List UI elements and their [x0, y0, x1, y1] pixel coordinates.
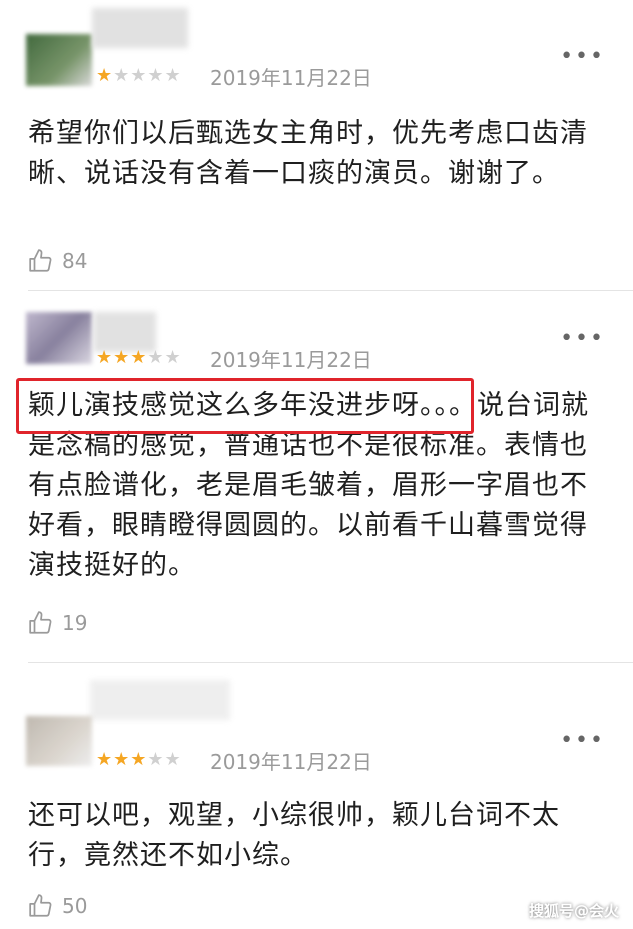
- review-content: 希望你们以后甄选女主角时，优先考虑口齿清晰、说话没有含着一口痰的演员。谢谢了。: [28, 118, 588, 189]
- username-blurred: [94, 312, 156, 352]
- review-content: 还可以吧，观望，小综很帅，颖儿台词不太行，竟然还不如小综。: [28, 800, 560, 871]
- like-button[interactable]: 50: [28, 893, 87, 919]
- star-icon: ★★★: [96, 347, 148, 368]
- star-icon: ★★★★: [113, 65, 182, 86]
- username-blurred: [92, 8, 188, 48]
- avatar[interactable]: [26, 716, 92, 766]
- thumbs-up-icon: [29, 611, 52, 634]
- thumbs-up-icon: [29, 894, 52, 917]
- avatar[interactable]: [26, 312, 92, 364]
- like-count: 50: [62, 894, 88, 918]
- star-rating: ★★★★★: [96, 750, 182, 770]
- review-date: 2019年11月22日: [210, 66, 372, 90]
- star-icon: ★★: [147, 347, 182, 368]
- star-icon: ★★★: [96, 749, 148, 770]
- thumbs-up-icon: [29, 249, 52, 272]
- like-count: 84: [62, 249, 88, 273]
- more-dots-icon[interactable]: •••: [560, 46, 605, 68]
- highlight-box: [16, 378, 474, 434]
- star-icon: ★★: [147, 749, 182, 770]
- like-button[interactable]: 19: [28, 610, 87, 636]
- star-rating: ★★★★★: [96, 348, 182, 368]
- username-blurred: [90, 680, 230, 720]
- review-date: 2019年11月22日: [210, 348, 372, 372]
- avatar[interactable]: [26, 34, 92, 86]
- more-dots-icon[interactable]: •••: [560, 730, 605, 752]
- like-count: 19: [62, 611, 88, 635]
- more-dots-icon[interactable]: •••: [560, 328, 605, 350]
- like-button[interactable]: 84: [28, 248, 87, 274]
- watermark: 搜狐号@会火: [528, 902, 619, 920]
- star-rating: ★★★★★: [96, 66, 182, 86]
- star-icon: ★: [96, 65, 114, 86]
- review-date: 2019年11月22日: [210, 750, 372, 774]
